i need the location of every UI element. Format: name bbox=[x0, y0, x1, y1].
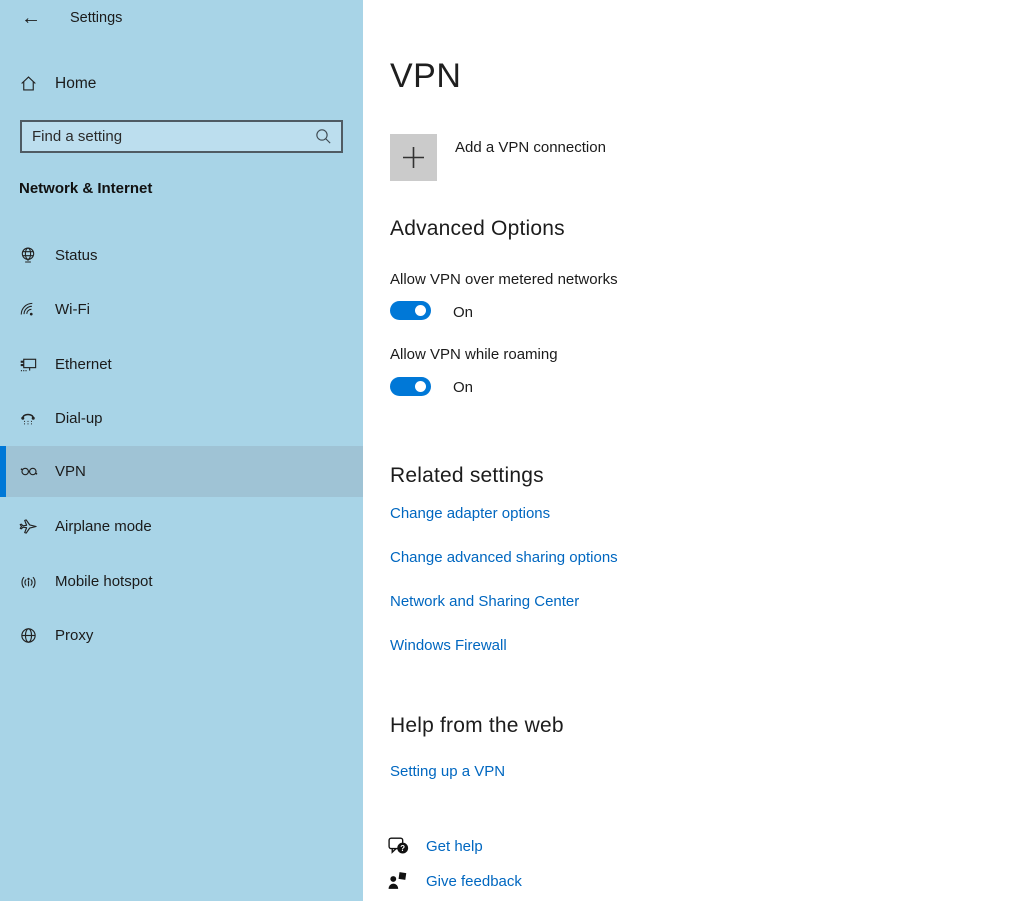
add-vpn-connection-button[interactable] bbox=[390, 134, 437, 181]
sidebar-item-home[interactable]: Home bbox=[0, 66, 363, 102]
sidebar-item-label: Proxy bbox=[55, 627, 93, 644]
airplane-icon bbox=[19, 517, 38, 536]
proxy-globe-icon bbox=[19, 626, 38, 645]
sidebar-item-mobile-hotspot[interactable]: Mobile hotspot bbox=[0, 556, 363, 607]
sidebar-item-label: Status bbox=[55, 247, 98, 264]
get-help-label: Get help bbox=[426, 838, 483, 855]
search-input[interactable] bbox=[22, 122, 341, 151]
give-feedback-icon bbox=[387, 870, 410, 893]
sidebar-item-label: Wi-Fi bbox=[55, 301, 90, 318]
sidebar-section-heading: Network & Internet bbox=[19, 180, 152, 197]
get-help-icon: ? bbox=[387, 835, 410, 858]
toggle-label-metered: Allow VPN over metered networks bbox=[390, 271, 618, 288]
status-globe-icon bbox=[19, 246, 37, 265]
sidebar-item-label: Home bbox=[55, 75, 96, 93]
sidebar-item-label: VPN bbox=[55, 463, 86, 480]
plus-icon bbox=[390, 134, 437, 181]
ethernet-icon bbox=[19, 355, 38, 374]
hotspot-icon bbox=[19, 572, 38, 591]
sidebar-item-label: Dial-up bbox=[55, 410, 103, 427]
toggle-label-roaming: Allow VPN while roaming bbox=[390, 346, 558, 363]
toggle-vpn-metered[interactable] bbox=[390, 301, 431, 320]
vpn-icon bbox=[19, 462, 39, 481]
related-settings-heading: Related settings bbox=[390, 464, 544, 488]
selected-accent-bar bbox=[0, 446, 6, 497]
toggle-state-metered: On bbox=[453, 304, 473, 321]
app-title: Settings bbox=[70, 10, 122, 26]
advanced-options-heading: Advanced Options bbox=[390, 217, 565, 241]
link-windows-firewall[interactable]: Windows Firewall bbox=[390, 637, 507, 654]
sidebar: ← Settings Home Network & Internet bbox=[0, 0, 363, 901]
link-change-adapter-options[interactable]: Change adapter options bbox=[390, 505, 550, 522]
search-box bbox=[20, 120, 343, 153]
svg-text:?: ? bbox=[400, 844, 405, 853]
link-network-and-sharing-center[interactable]: Network and Sharing Center bbox=[390, 593, 579, 610]
back-arrow-icon: ← bbox=[21, 7, 41, 29]
sidebar-item-label: Ethernet bbox=[55, 356, 112, 373]
give-feedback-label: Give feedback bbox=[426, 873, 522, 890]
link-change-advanced-sharing-options[interactable]: Change advanced sharing options bbox=[390, 549, 618, 566]
toggle-state-roaming: On bbox=[453, 379, 473, 396]
sidebar-item-dialup[interactable]: Dial-up bbox=[0, 393, 363, 444]
sidebar-item-label: Mobile hotspot bbox=[55, 573, 153, 590]
wifi-icon bbox=[19, 300, 37, 319]
add-vpn-connection-label: Add a VPN connection bbox=[455, 139, 606, 156]
help-from-web-heading: Help from the web bbox=[390, 714, 564, 738]
sidebar-item-proxy[interactable]: Proxy bbox=[0, 610, 363, 661]
main-pane: VPN Add a VPN connection Advanced Option… bbox=[363, 0, 1024, 901]
link-setting-up-a-vpn[interactable]: Setting up a VPN bbox=[390, 763, 505, 780]
sidebar-item-label: Airplane mode bbox=[55, 518, 152, 535]
page-title: VPN bbox=[390, 57, 461, 96]
dialup-phone-icon bbox=[19, 409, 37, 428]
sidebar-item-vpn[interactable]: VPN bbox=[0, 446, 363, 497]
give-feedback-link[interactable]: Give feedback bbox=[387, 870, 787, 894]
settings-window: ← Settings Home Network & Internet bbox=[0, 0, 1024, 901]
home-icon bbox=[19, 74, 38, 93]
toggle-vpn-roaming[interactable] bbox=[390, 377, 431, 396]
toggle-knob bbox=[415, 305, 426, 316]
back-button[interactable]: ← bbox=[17, 5, 45, 31]
sidebar-item-wifi[interactable]: Wi-Fi bbox=[0, 284, 363, 335]
sidebar-item-airplane-mode[interactable]: Airplane mode bbox=[0, 501, 363, 552]
sidebar-item-status[interactable]: Status bbox=[0, 230, 363, 281]
toggle-knob bbox=[415, 381, 426, 392]
get-help-link[interactable]: ? Get help bbox=[387, 835, 787, 859]
sidebar-item-ethernet[interactable]: Ethernet bbox=[0, 339, 363, 390]
search-icon[interactable] bbox=[314, 127, 333, 146]
